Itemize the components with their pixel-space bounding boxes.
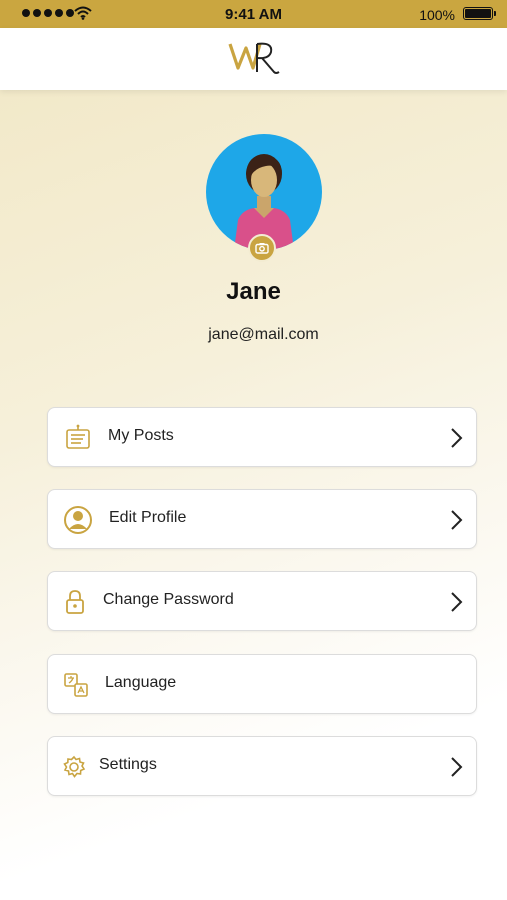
menu-item-label: Edit Profile (109, 509, 187, 526)
wr-logo[interactable] (227, 36, 283, 76)
change-photo-button[interactable] (248, 234, 276, 262)
avatar-container[interactable] (206, 134, 322, 262)
user-circle-icon (64, 506, 92, 534)
camera-icon (255, 243, 269, 254)
chevron-right-icon (451, 428, 463, 448)
battery-percent: 100% (419, 7, 455, 23)
menu-item-label: My Posts (108, 427, 174, 444)
translate-icon (64, 673, 88, 697)
app-header (0, 28, 507, 90)
menu-item-label: Settings (99, 756, 157, 773)
menu-item-change-password[interactable]: Change Password (47, 571, 477, 631)
chevron-right-icon (451, 592, 463, 612)
lock-icon (66, 590, 84, 614)
profile-screen: Jane jane@mail.com My Posts Edit Profile (0, 90, 507, 900)
chevron-right-icon (451, 757, 463, 777)
menu-item-label: Change Password (103, 591, 234, 608)
menu-item-my-posts[interactable]: My Posts (47, 407, 477, 467)
status-bar: 9:41 AM 100% (0, 0, 507, 28)
menu-item-settings[interactable]: Settings (47, 736, 477, 796)
person-illustration-icon (234, 154, 294, 250)
menu-item-label: Language (105, 674, 177, 691)
chevron-right-icon (451, 510, 463, 530)
battery-icon (463, 7, 496, 20)
menu-item-edit-profile[interactable]: Edit Profile (47, 489, 477, 549)
profile-email: jane@mail.com (208, 326, 319, 343)
avatar (206, 134, 322, 250)
posts-icon (66, 424, 90, 449)
gear-icon (63, 755, 86, 778)
menu-item-language[interactable]: Language (47, 654, 477, 714)
profile-name: Jane (226, 278, 281, 305)
